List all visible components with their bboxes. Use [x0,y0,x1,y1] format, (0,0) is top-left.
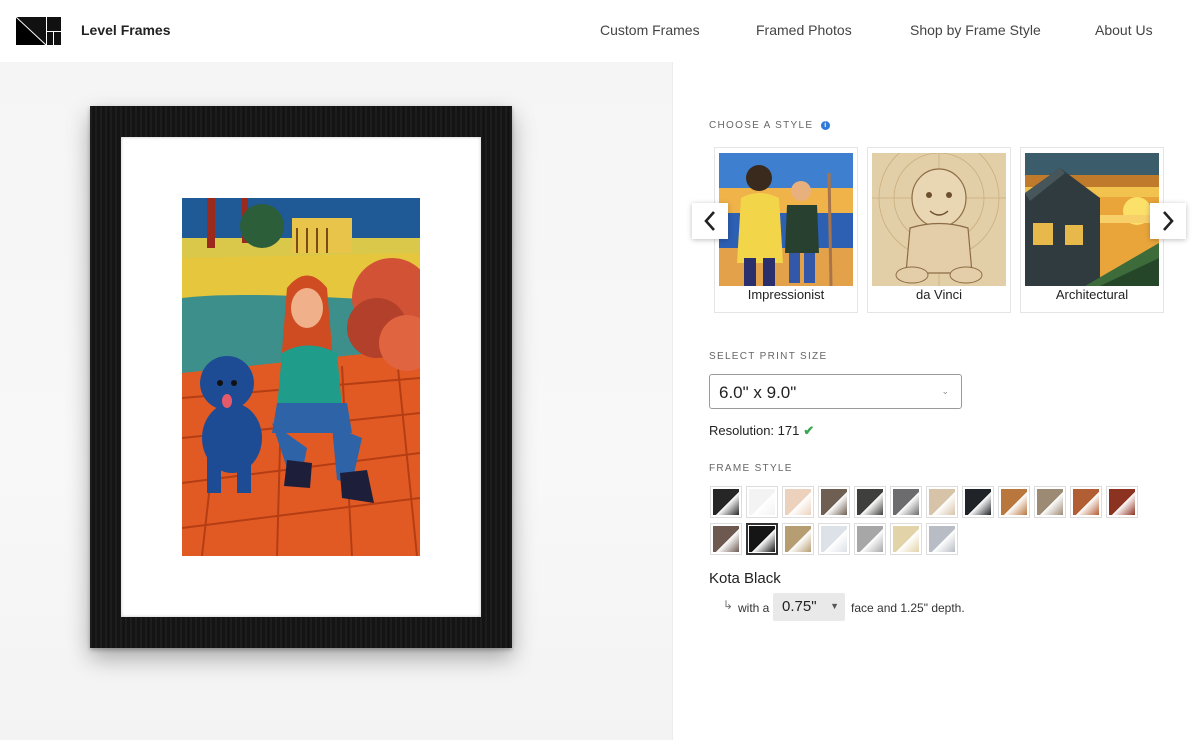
frame-swatch[interactable] [998,486,1030,518]
frame-swatch[interactable] [890,486,922,518]
logo-icon[interactable] [16,17,61,45]
architectural-thumbnail [1025,153,1159,286]
frame-swatch-color [821,526,847,552]
frame-swatch[interactable] [710,486,742,518]
frame-swatch[interactable] [710,523,742,555]
frame-swatch-color [857,489,883,515]
frame-swatch[interactable] [926,523,958,555]
frame-swatch-color [929,489,955,515]
frame-swatch[interactable] [890,523,922,555]
print-size-label: SELECT PRINT SIZE [709,351,828,362]
nav-shop-by-frame-style[interactable]: Shop by Frame Style [910,22,1041,38]
frame-swatch[interactable] [746,523,778,555]
frame-swatch-color [785,489,811,515]
resolution-text: Resolution: 171 [709,423,800,438]
frame-swatch[interactable] [818,523,850,555]
frame-swatch-color [1037,489,1063,515]
frame-swatch[interactable] [854,523,886,555]
frame-swatch[interactable] [818,486,850,518]
frame-swatch-color [713,489,739,515]
face-width-value: 0.75" [782,598,817,615]
checkmark-icon: ✔ [803,423,815,438]
frame-swatch-color [713,526,739,552]
frame-swatch[interactable] [782,523,814,555]
style-label-impressionist: Impressionist [747,287,825,302]
frame-swatch-color [965,489,991,515]
frame-swatch[interactable] [962,486,994,518]
frame-swatch-color [1073,489,1099,515]
artwork-image [182,198,420,556]
style-carousel-prev-button[interactable] [692,203,728,239]
frame-swatch-color [1109,489,1135,515]
return-arrow-icon: ↳ [723,598,734,612]
depth-text: face and 1.25" depth. [851,601,965,615]
impressionist-thumbnail [719,153,853,286]
face-width-select[interactable]: 0.75" ▼ [773,593,845,621]
framed-artwork-preview [90,106,512,648]
print-size-select[interactable]: 6.0" x 9.0" ⌄ [709,374,962,409]
style-label-da-vinci: da Vinci [915,287,962,302]
frame-swatch[interactable] [1106,486,1138,518]
chevron-right-icon [1163,211,1174,231]
frame-swatch-color [929,526,955,552]
style-carousel-next-button[interactable] [1150,203,1186,239]
style-label-architectural: Architectural [1055,287,1129,302]
style-card-da-vinci[interactable]: da Vinci [867,147,1011,313]
frame-swatch[interactable] [1034,486,1066,518]
frame-swatch[interactable] [854,486,886,518]
pane-divider [672,62,673,740]
frame-swatch-color [749,526,775,552]
top-nav-bar: Level Frames Custom Frames Framed Photos… [0,0,1200,62]
info-icon[interactable]: i [821,121,831,130]
frame-swatch-color [785,526,811,552]
frame-swatch-color [1001,489,1027,515]
brand-name[interactable]: Level Frames [81,22,171,38]
frame-swatch-color [821,489,847,515]
choose-style-text: CHOOSE A STYLE [709,120,814,131]
nav-framed-photos[interactable]: Framed Photos [756,22,852,38]
caret-down-icon: ▼ [830,601,839,611]
frame-swatch[interactable] [926,486,958,518]
selected-frame-name: Kota Black [709,570,781,587]
frame-style-label: FRAME STYLE [709,463,793,474]
frame-swatch[interactable] [746,486,778,518]
resolution-status: Resolution: 171 ✔ [709,423,814,439]
style-card-architectural[interactable]: Architectural [1020,147,1164,313]
chevron-down-icon: ⌄ [941,386,949,396]
nav-about-us[interactable]: About Us [1095,22,1153,38]
style-card-impressionist[interactable]: Impressionist [714,147,858,313]
frame-mat [121,137,481,617]
frame-swatch-color [893,526,919,552]
nav-custom-frames[interactable]: Custom Frames [600,22,700,38]
frame-swatch[interactable] [1070,486,1102,518]
frame-swatch[interactable] [782,486,814,518]
print-size-value: 6.0" x 9.0" [719,383,797,402]
da-vinci-thumbnail [872,153,1006,286]
with-a-text: with a [738,601,770,615]
frame-swatch-color [857,526,883,552]
frame-swatch-color [893,489,919,515]
choose-style-label: CHOOSE A STYLE i [709,120,831,131]
frame-swatch-color [749,489,775,515]
chevron-left-icon [704,211,715,231]
